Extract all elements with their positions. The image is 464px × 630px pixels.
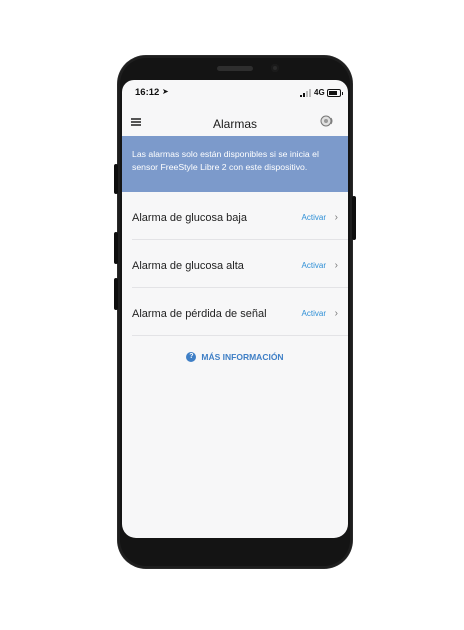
status-time: 16:12 (135, 87, 160, 98)
activate-link[interactable]: Activar (302, 261, 326, 270)
location-icon: ➤ (162, 87, 169, 96)
activate-link[interactable]: Activar (302, 309, 326, 318)
alarm-list: Alarma de glucosa baja Activar › Alarma … (122, 192, 348, 336)
alarm-row-signal-loss[interactable]: Alarma de pérdida de señal Activar › (122, 288, 348, 336)
power-button (352, 196, 356, 240)
nav-bar: Alarmas (122, 106, 348, 134)
alarm-row-low-glucose[interactable]: Alarma de glucosa baja Activar › (122, 192, 348, 240)
app-screen: 16:12 ➤ 4G Alarmas Las alarmas solo está… (122, 80, 348, 538)
more-info-link[interactable]: ? MÁS INFORMACIÓN (122, 351, 348, 362)
assistant-button (114, 278, 118, 310)
alarm-label: Alarma de pérdida de señal (132, 308, 267, 320)
volume-down-button (114, 232, 118, 264)
chevron-right-icon: › (334, 260, 338, 271)
divider (132, 335, 348, 336)
battery-icon (327, 89, 343, 97)
info-banner: Las alarmas solo están disponibles si se… (122, 136, 348, 192)
question-icon: ? (186, 351, 197, 362)
alarm-label: Alarma de glucosa baja (132, 212, 247, 224)
chevron-right-icon: › (334, 308, 338, 319)
alarm-label: Alarma de glucosa alta (132, 260, 244, 272)
activate-link[interactable]: Activar (302, 213, 326, 222)
earpiece-speaker (217, 66, 253, 71)
signal-icon (300, 89, 312, 97)
chevron-right-icon: › (334, 212, 338, 223)
phone-frame: 16:12 ➤ 4G Alarmas Las alarmas solo está… (114, 56, 356, 568)
sensor-icon[interactable] (320, 114, 334, 128)
status-bar: 16:12 ➤ 4G (122, 80, 348, 102)
page-title: Alarmas (212, 117, 257, 131)
more-info-label: MÁS INFORMACIÓN (201, 352, 284, 362)
front-camera (271, 64, 279, 72)
volume-up-button (114, 164, 118, 194)
alarm-row-high-glucose[interactable]: Alarma de glucosa alta Activar › (122, 240, 348, 288)
network-type: 4G (314, 88, 325, 97)
